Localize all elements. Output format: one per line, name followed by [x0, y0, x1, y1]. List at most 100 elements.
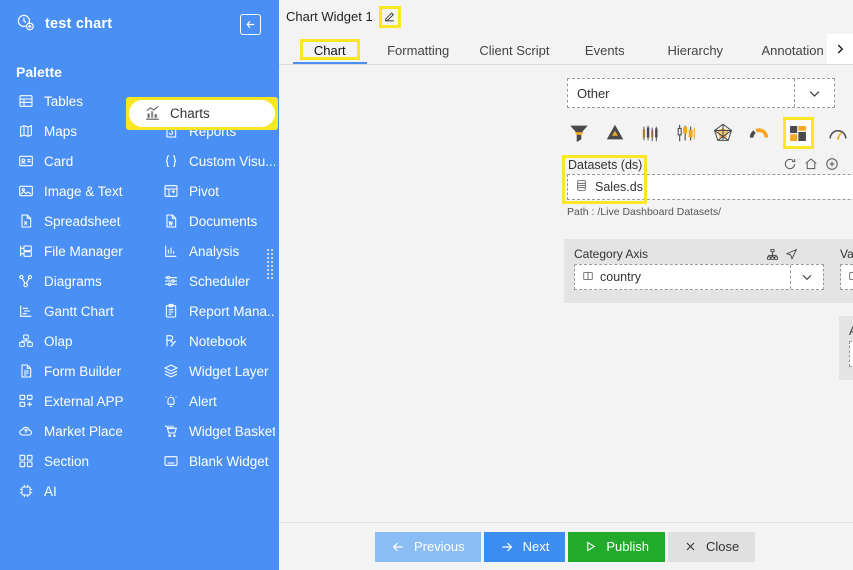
- edit-pencil-icon: [385, 12, 395, 22]
- sidebar-item-notebook[interactable]: Notebook: [161, 326, 291, 356]
- sidebar-item-label: Market Place: [44, 423, 123, 439]
- sidebar-item-custom-visualization[interactable]: Custom Visu...: [161, 146, 291, 176]
- aggregation-field: Aggregation Sum: [849, 324, 853, 367]
- blank-widget-icon: [161, 452, 180, 471]
- next-button[interactable]: Next: [483, 531, 566, 562]
- sidebar-item-label: Charts: [170, 106, 210, 121]
- tab-events[interactable]: Events: [581, 43, 629, 64]
- section-grid-icon: [16, 452, 35, 471]
- sidebar-item-label: Spreadsheet: [44, 213, 121, 229]
- hierarchy-icon[interactable]: [766, 248, 779, 264]
- tabs-next-button[interactable]: [827, 34, 853, 64]
- panel-splitter-handle[interactable]: [267, 245, 274, 283]
- sidebar-item-diagrams[interactable]: Diagrams: [16, 266, 161, 296]
- tab-formatting[interactable]: Formatting: [383, 43, 454, 64]
- chart-category-value: Other: [577, 85, 610, 101]
- candlestick-icon[interactable]: [675, 120, 698, 146]
- sidebar-item-label: Pivot: [189, 183, 220, 199]
- sidebar-item-external-app[interactable]: External APP: [16, 386, 161, 416]
- braces-icon: [161, 152, 180, 171]
- sidebar-item-label: Documents: [189, 213, 258, 229]
- sidebar-item-label: Report Mana...: [189, 303, 279, 319]
- left-sidebar: test chart Palette Tables Charts Map: [0, 0, 278, 570]
- chart-category-select[interactable]: Other: [567, 78, 835, 108]
- sidebar-item-file-manager[interactable]: File Manager: [16, 236, 161, 266]
- footer-button-bar: Previous Next Publish Close: [279, 522, 853, 570]
- semi-gauge-icon[interactable]: [747, 120, 770, 146]
- analysis-icon: [161, 242, 180, 261]
- tab-hierarchy[interactable]: Hierarchy: [665, 43, 726, 64]
- sidebar-item-widget-basket[interactable]: Widget Basket: [161, 416, 291, 446]
- treemap-icon[interactable]: [783, 117, 814, 149]
- sidebar-item-section[interactable]: Section: [16, 446, 161, 476]
- previous-button[interactable]: Previous: [375, 531, 481, 562]
- datasets-label: Datasets (ds): [568, 158, 643, 172]
- add-circle-icon[interactable]: [825, 157, 839, 171]
- sidebar-item-widget-layer[interactable]: Widget Layer: [161, 356, 291, 386]
- sidebar-item-label: Custom Visu...: [189, 153, 277, 169]
- sidebar-item-form-builder[interactable]: Form Builder: [16, 356, 161, 386]
- pivot-icon: [161, 182, 180, 201]
- funnel-chart-icon[interactable]: [567, 120, 590, 146]
- sidebar-item-label: AI: [44, 483, 57, 499]
- pyramid-chart-icon[interactable]: [603, 120, 626, 146]
- sidebar-item-label: Analysis: [189, 243, 240, 259]
- bell-alert-icon: [161, 392, 180, 411]
- value-column-select[interactable]: productLine: [840, 264, 853, 290]
- gauge-chart-icon[interactable]: [827, 120, 850, 146]
- back-button[interactable]: [240, 13, 261, 35]
- sidebar-item-label: Olap: [44, 333, 73, 349]
- category-axis-select[interactable]: country: [574, 264, 824, 290]
- layers-icon: [161, 362, 180, 381]
- sidebar-item-alert[interactable]: Alert: [161, 386, 291, 416]
- sidebar-header: test chart: [0, 0, 275, 48]
- category-axis-dropdown-button[interactable]: [790, 265, 823, 289]
- image-text-icon: [16, 182, 35, 201]
- chart-widget-panel: Chart Widget 1 Chart Formatting Client S…: [279, 0, 853, 570]
- home-icon[interactable]: [804, 157, 818, 171]
- sidebar-item-label: Maps: [44, 123, 78, 139]
- axis-config-group: Category Axis country Va: [564, 239, 853, 303]
- external-app-icon: [16, 392, 35, 411]
- sidebar-item-ai[interactable]: AI: [16, 476, 161, 506]
- sidebar-item-charts[interactable]: Charts: [129, 100, 275, 127]
- datasets-path: Path : /Live Dashboard Datasets/: [567, 206, 722, 218]
- datasets-select[interactable]: Sales.ds: [567, 174, 853, 200]
- sidebar-item-market-place[interactable]: Market Place: [16, 416, 161, 446]
- publish-button[interactable]: Publish: [568, 531, 665, 562]
- radar-chart-icon[interactable]: [711, 120, 734, 146]
- table-icon: [16, 92, 35, 111]
- arrow-left-icon: [246, 20, 255, 28]
- aggregation-select[interactable]: Sum: [849, 341, 853, 367]
- notebook-rx-icon: [161, 332, 180, 351]
- sidebar-item-label: Notebook: [189, 333, 247, 349]
- refresh-icon[interactable]: [783, 157, 797, 171]
- sidebar-item-spreadsheet[interactable]: Spreadsheet: [16, 206, 161, 236]
- sidebar-item-pivot[interactable]: Pivot: [161, 176, 291, 206]
- page-title: Chart Widget 1: [286, 9, 373, 24]
- sidebar-item-olap[interactable]: Olap: [16, 326, 161, 356]
- chart-category-dropdown-button[interactable]: [794, 79, 834, 107]
- sidebar-item-label: Widget Basket: [189, 423, 277, 439]
- close-button[interactable]: Close: [667, 531, 756, 562]
- map-icon: [16, 122, 35, 141]
- sidebar-item-documents[interactable]: Documents: [161, 206, 291, 236]
- box-plot-icon[interactable]: [639, 120, 662, 146]
- sidebar-item-blank-widget[interactable]: Blank Widget: [161, 446, 291, 476]
- gantt-icon: [16, 302, 35, 321]
- sidebar-item-label: Image & Text: [44, 183, 123, 199]
- tab-chart[interactable]: Chart: [293, 39, 366, 64]
- sidebar-item-report-manager[interactable]: Report Mana...: [161, 296, 291, 326]
- card-icon: [16, 152, 35, 171]
- tab-label: Hierarchy: [667, 43, 724, 58]
- sidebar-item-image-text[interactable]: Image & Text: [16, 176, 161, 206]
- category-axis-toolbar: [766, 248, 798, 264]
- aggregation-group: Aggregation Sum: [839, 316, 853, 380]
- sidebar-item-gantt-chart[interactable]: Gantt Chart: [16, 296, 161, 326]
- sidebar-item-card[interactable]: Card: [16, 146, 161, 176]
- edit-title-button[interactable]: [378, 5, 401, 28]
- tab-client-script[interactable]: Client Script: [476, 43, 553, 64]
- tab-annotation[interactable]: Annotation: [758, 43, 827, 64]
- drill-cursor-icon[interactable]: [785, 248, 798, 264]
- spreadsheet-icon: [16, 212, 35, 231]
